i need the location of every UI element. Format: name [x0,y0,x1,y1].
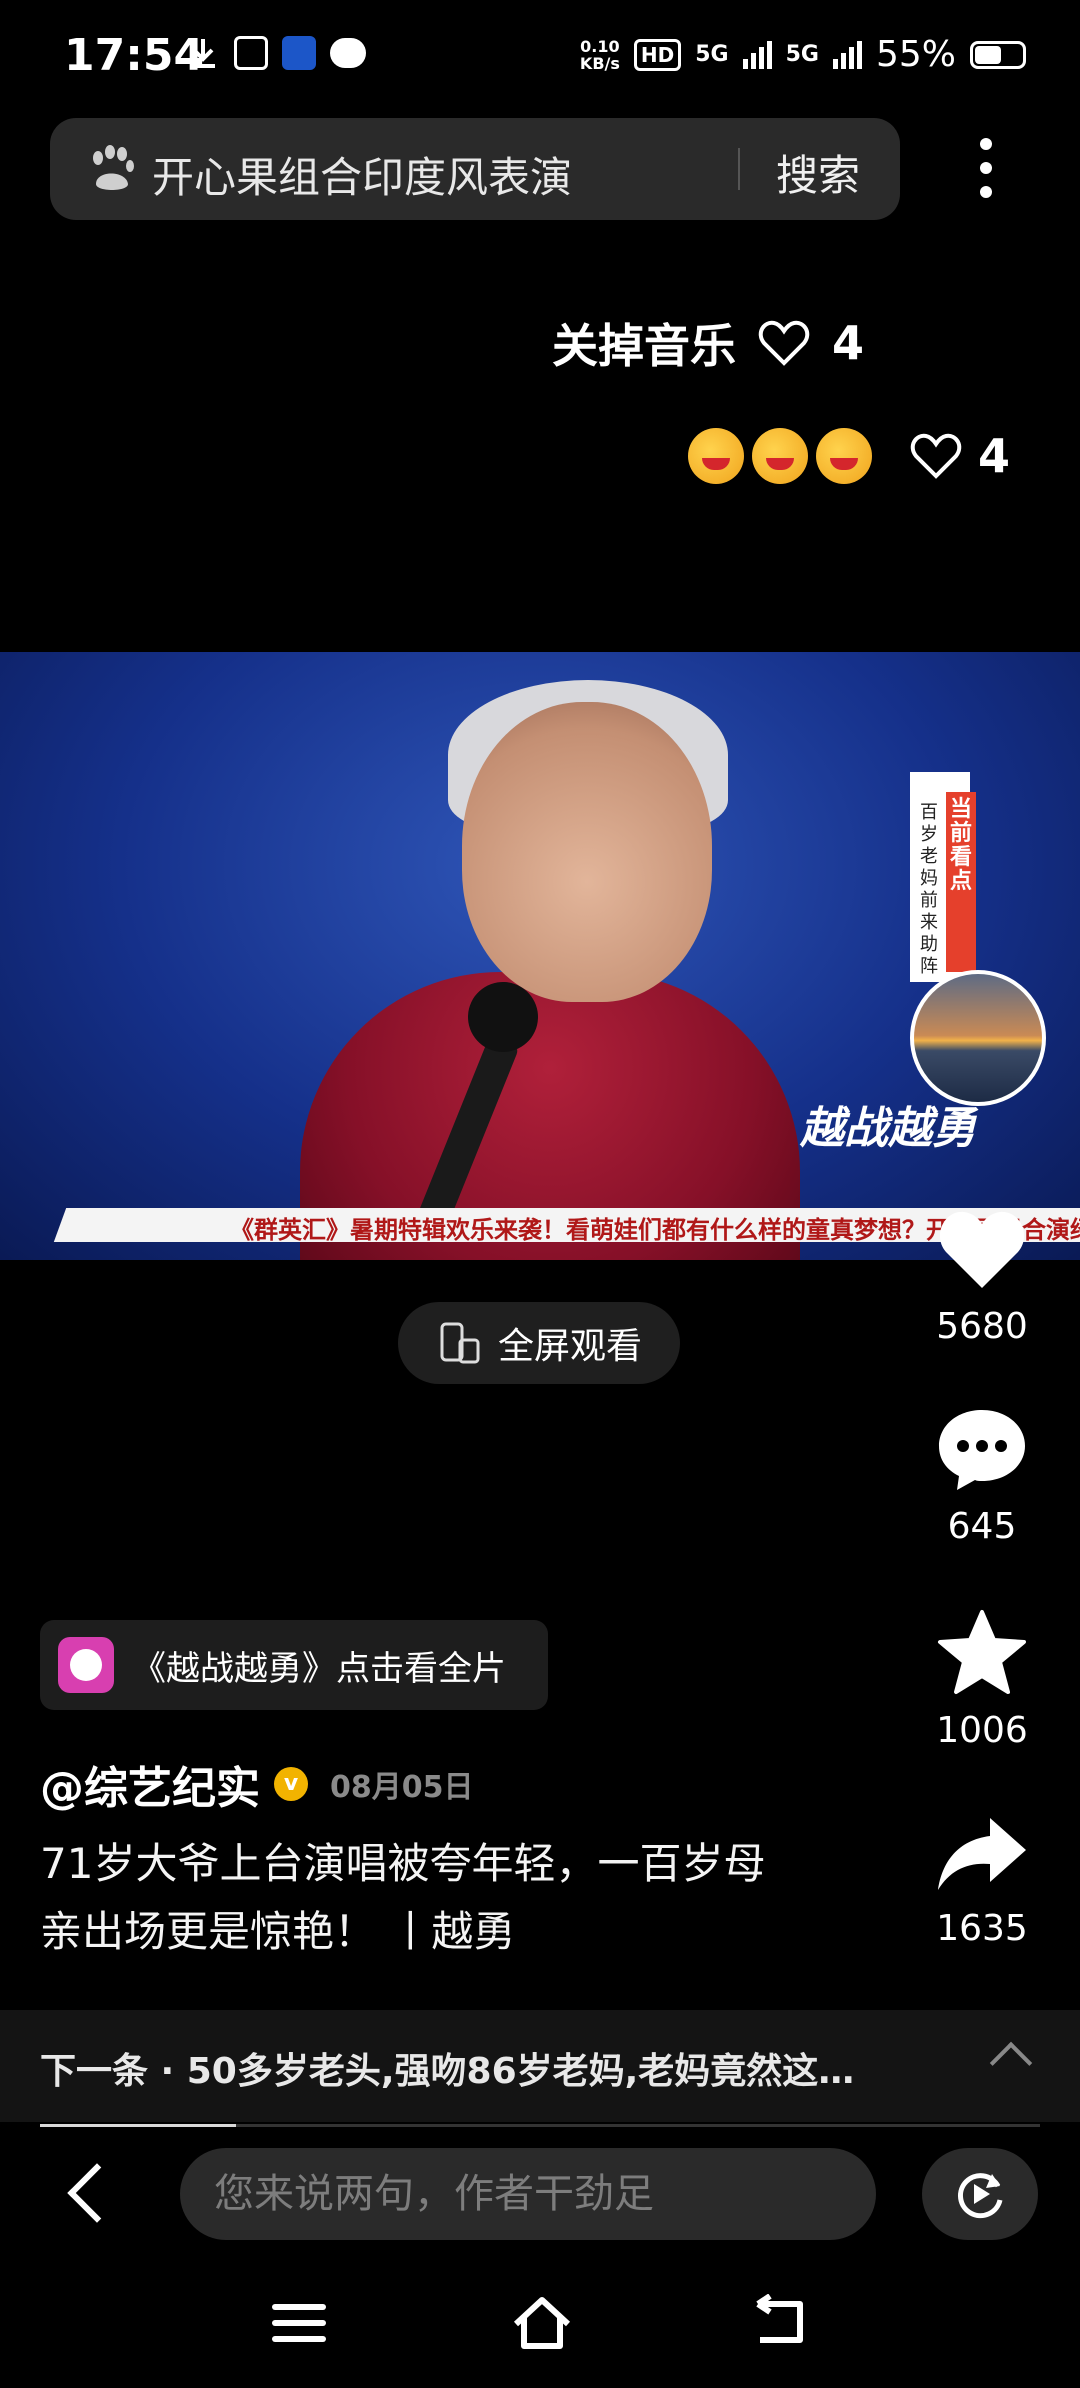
share-count: 1635 [936,1908,1028,1949]
comment-button[interactable]: 645 [902,1406,1062,1547]
battery-icon [970,40,1026,69]
star-icon [938,1610,1026,1694]
favorite-button[interactable]: 1006 [902,1608,1062,1751]
search-input[interactable]: 开心果组合印度风表演 [152,144,572,205]
heart-icon [939,1211,1025,1288]
card-icon [234,36,268,70]
next-video-title: 下一条 · 50多岁老头,强吻86岁老妈,老妈竟然这… [40,2051,855,2092]
switch-video-button[interactable] [922,2148,1038,2240]
full-film-link[interactable]: 《越战越勇》点击看全片 [40,1620,548,1710]
notification-icons [186,36,366,70]
share-icon [938,1818,1026,1890]
search-divider [738,148,740,190]
status-bar: 17:54 0.10 KB/s HD 5G 5G 55% [0,0,1080,110]
progress-fill [40,2124,236,2127]
danmaku-like-count: 4 [832,316,865,370]
film-reel-icon [58,1637,114,1693]
back-arrow-icon[interactable] [67,2163,127,2223]
heart-outline-icon[interactable] [910,432,962,480]
comment-input[interactable] [180,2148,876,2240]
highlight-text: 百岁老妈 前来助阵 [920,802,938,977]
next-video-bar[interactable]: 下一条 · 50多岁老头,强吻86岁老妈,老妈竟然这… [0,2010,1080,2122]
author-name[interactable]: @综艺纪实 [40,1752,260,1816]
baidu-paw-icon [93,145,134,190]
favorite-count: 1006 [936,1710,1028,1751]
system-icons: 0.10 KB/s HD 5G 5G 55% [580,34,1026,75]
search-bar[interactable]: 开心果组合印度风表演 搜索 [50,118,900,220]
yummy-emoji-icon [816,428,872,484]
signal-label-2: 5G [785,42,819,67]
net-speed-unit: KB/s [579,53,620,73]
post-date: 08月05日 [330,1770,474,1805]
author-avatar[interactable] [910,970,1046,1106]
fullscreen-button[interactable]: 全屏观看 [398,1302,680,1384]
refresh-play-icon [958,2173,1003,2219]
recent-apps-icon[interactable] [272,2304,326,2352]
search-button[interactable]: 搜索 [776,142,860,203]
heart-outline-icon[interactable] [758,319,810,367]
verified-badge-icon: v [274,1767,308,1801]
video-description: 71岁大爷上台演唱被夸年轻，一百岁母亲出场更是惊艳！ 丨越勇 [40,1839,766,1956]
net-speed-value: 0.10 [580,36,620,56]
comment-icon [939,1410,1025,1490]
fullscreen-label: 全屏观看 [497,1326,642,1367]
show-logo: 越战越勇 [800,1103,976,1154]
author-row[interactable]: @综艺纪实 v 08月05日 [40,1752,474,1816]
download-icon [191,39,215,68]
yummy-emoji-icon [752,428,808,484]
app-icon [282,36,316,70]
message-icon [330,38,366,68]
battery-percent: 55% [875,34,956,75]
danmaku-comment[interactable]: 关掉音乐 4 [552,310,864,376]
rotate-screen-icon [440,1322,480,1364]
singer-face [462,702,712,1002]
emoji-group [688,428,872,484]
back-icon[interactable] [750,2294,810,2350]
like-button[interactable]: 5680 [902,1206,1062,1347]
signal-bars-icon [832,40,862,69]
danmaku-text: 关掉音乐 [552,319,736,373]
signal-label-1: 5G [695,42,729,67]
hd-icon: HD [633,38,682,71]
danmaku-comment[interactable]: 4 [688,428,1010,484]
signal-bars-icon [742,40,772,69]
like-count: 5680 [936,1306,1028,1347]
video-player[interactable]: 当前看点 百岁老妈 前来助阵 越战越勇 《群英汇》暑期特辑欢乐来袭！看萌娃们都有… [0,652,1080,1260]
highlight-title: 当前看点 [949,797,972,894]
chevron-up-icon[interactable] [989,2041,1033,2085]
home-icon[interactable] [510,2290,574,2354]
comment-count: 645 [947,1506,1017,1547]
share-button[interactable]: 1635 [902,1814,1062,1949]
more-menu-icon[interactable] [966,138,1006,202]
clock: 17:54 [64,30,205,81]
yummy-emoji-icon [688,428,744,484]
danmaku-like-count: 4 [978,429,1011,483]
net-speed: 0.10 KB/s [580,38,620,72]
full-film-label: 《越战越勇》点击看全片 [132,1648,506,1689]
